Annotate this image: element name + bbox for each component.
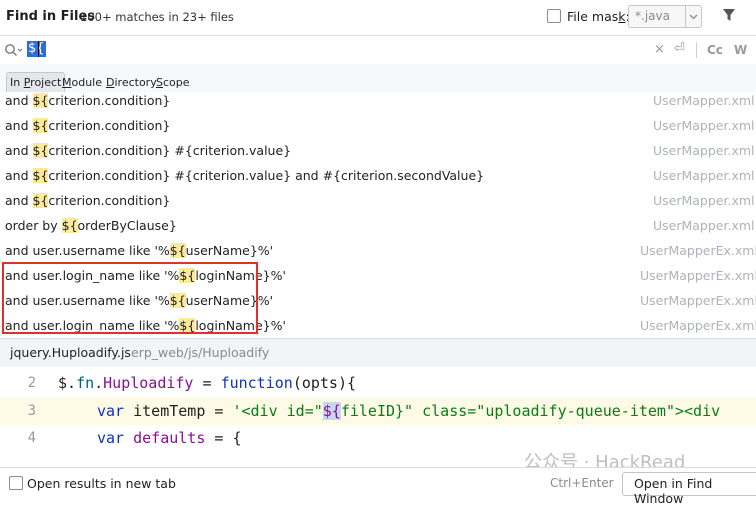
code-token: function [220, 374, 293, 392]
result-file: UserMapperEx.xml 4 [640, 318, 756, 333]
preview-header: jquery.Huploadify.js erp_web/js/Huploadi… [0, 338, 756, 367]
list-item[interactable]: and ${criterion.condition} UserMapper.xml… [0, 113, 756, 138]
result-file: UserMapper.xml 9 [653, 218, 756, 233]
tab-directory[interactable]: Directory [106, 76, 157, 89]
tab-scope[interactable]: Scope [156, 76, 190, 89]
result-file: UserMapperEx.xml 2 [640, 268, 756, 283]
code-line: var defaults = { [97, 429, 242, 447]
tab-module[interactable]: Module [62, 76, 102, 89]
result-file: UserMapperEx.xml 2 [640, 243, 756, 258]
preview-path: erp_web/js/Huploadify [131, 345, 270, 360]
list-item[interactable]: and user.username like '%${userName}%' Us… [0, 238, 756, 263]
open-new-tab-checkbox[interactable] [9, 476, 23, 490]
preview-filename[interactable]: jquery.Huploadify.js [10, 345, 131, 360]
open-in-find-window-button[interactable]: Open in Find Window [622, 472, 756, 506]
file-mask-value: *.java [635, 9, 670, 23]
annotation-highlight-box [2, 262, 258, 334]
code-token: fn [76, 374, 95, 392]
list-item[interactable]: and ${criterion.condition} UserMapper.xml… [0, 188, 756, 213]
code-token: var [97, 429, 125, 447]
search-input[interactable]: ${ [27, 41, 46, 57]
result-file: UserMapper.xml 6 [653, 168, 756, 183]
text-caret [38, 41, 39, 57]
clear-icon[interactable]: × [654, 42, 665, 57]
list-item[interactable]: and ${criterion.condition} UserMapper.xml… [0, 92, 756, 113]
code-token: Huploadify [103, 374, 194, 392]
chevron-down-icon[interactable] [685, 6, 701, 27]
code-line: var itemTemp = '<div id="${fileID}" clas… [97, 402, 720, 420]
result-file: UserMapper.xml 6 [653, 143, 756, 158]
code-token: itemTemp = [124, 402, 233, 420]
code-token: $ [58, 374, 68, 392]
match-case-button[interactable]: Cc [707, 43, 723, 57]
line-number: 3 [27, 403, 36, 419]
filter-icon[interactable] [722, 8, 736, 25]
file-mask-label[interactable]: File mask: [567, 9, 630, 24]
code-token: = { [205, 429, 242, 447]
code-token: defaults [133, 429, 206, 447]
code-token: ${ [322, 402, 341, 420]
whole-words-button[interactable]: W [734, 43, 747, 57]
dialog-footer: Open results in new tab Ctrl+Enter Open … [0, 467, 756, 506]
open-in-find-window-label: Open in Find Window [634, 476, 713, 506]
shortcut-hint: Ctrl+Enter [550, 476, 614, 490]
code-token: fileID}" class="uploadify-queue-item"><d… [340, 402, 721, 420]
list-item[interactable]: and ${criterion.condition} #{criterion.v… [0, 138, 756, 163]
divider [696, 42, 697, 58]
code-line: $.fn.Huploadify = function(opts){ [58, 374, 356, 392]
result-file: UserMapperEx.xml 4 [640, 293, 756, 308]
match-count: 100+ matches in 23+ files [80, 10, 234, 24]
search-row: ${ × ⏎ Cc W [0, 35, 756, 65]
code-token: . [67, 374, 77, 392]
code-token: var [97, 402, 125, 420]
list-item[interactable]: order by ${orderByClause} UserMapper.xml … [0, 213, 756, 238]
result-file: UserMapper.xml 3 [653, 93, 756, 108]
code-token: ( [292, 374, 302, 392]
result-file: UserMapper.xml 6 [653, 193, 756, 208]
result-file: UserMapper.xml 5 [653, 118, 756, 133]
code-token: opts [301, 374, 338, 392]
line-number: 4 [27, 430, 36, 446]
file-mask-checkbox[interactable] [547, 9, 561, 23]
file-mask-combo[interactable]: *.java [628, 5, 702, 28]
code-token: . [94, 374, 104, 392]
line-number: 2 [27, 375, 36, 391]
code-token: ){ [337, 374, 357, 392]
dialog-header: Find in Files 100+ matches in 23+ files … [0, 0, 756, 34]
open-new-tab-label[interactable]: Open results in new tab [27, 476, 176, 491]
search-icon[interactable] [4, 43, 24, 60]
list-item[interactable]: and ${criterion.condition} #{criterion.v… [0, 163, 756, 188]
code-token: = [193, 374, 221, 392]
code-token: '<div id=" [232, 402, 323, 420]
newline-icon[interactable]: ⏎ [674, 41, 685, 56]
